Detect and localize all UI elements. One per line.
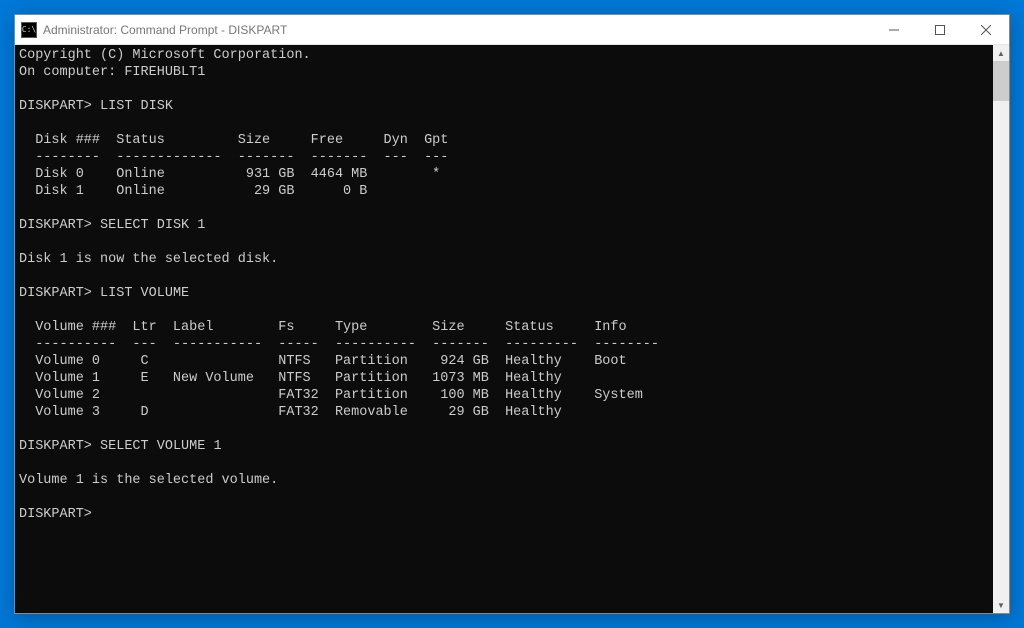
maximize-button[interactable]: [917, 15, 963, 45]
cmd-icon: C:\: [21, 22, 37, 38]
close-button[interactable]: [963, 15, 1009, 45]
window-controls: [871, 15, 1009, 44]
scroll-thumb[interactable]: [993, 61, 1009, 101]
command-select-disk: SELECT DISK 1: [100, 218, 205, 233]
vertical-scrollbar[interactable]: ▲ ▼: [993, 45, 1009, 613]
command-prompt-window: C:\ Administrator: Command Prompt - DISK…: [14, 14, 1010, 614]
disk-table-header: Disk ### Status Size Free Dyn Gpt: [19, 133, 448, 148]
scroll-down-arrow-icon[interactable]: ▼: [993, 597, 1009, 613]
select-volume-message: Volume 1 is the selected volume.: [19, 473, 278, 488]
command-list-volume: LIST VOLUME: [100, 286, 189, 301]
select-disk-message: Disk 1 is now the selected disk.: [19, 252, 278, 267]
scroll-up-arrow-icon[interactable]: ▲: [993, 45, 1009, 61]
command-select-volume: SELECT VOLUME 1: [100, 439, 222, 454]
volume-row: Volume 0 C NTFS Partition 924 GB Healthy…: [19, 354, 627, 369]
volume-row: Volume 3 D FAT32 Removable 29 GB Healthy: [19, 405, 562, 420]
minimize-button[interactable]: [871, 15, 917, 45]
prompt: DISKPART>: [19, 218, 92, 233]
volume-table-header: Volume ### Ltr Label Fs Type Size Status…: [19, 320, 627, 335]
terminal-area: Copyright (C) Microsoft Corporation. On …: [15, 45, 1009, 613]
close-icon: [981, 25, 991, 35]
disk-row: Disk 1 Online 29 GB 0 B: [19, 184, 367, 199]
volume-table-divider: ---------- --- ----------- ----- -------…: [19, 337, 659, 352]
prompt: DISKPART>: [19, 99, 92, 114]
copyright-line: Copyright (C) Microsoft Corporation.: [19, 48, 311, 63]
volume-row: Volume 1 E New Volume NTFS Partition 107…: [19, 371, 562, 386]
terminal-output[interactable]: Copyright (C) Microsoft Corporation. On …: [15, 45, 993, 613]
prompt-cursor[interactable]: DISKPART>: [19, 507, 92, 522]
volume-row: Volume 2 FAT32 Partition 100 MB Healthy …: [19, 388, 643, 403]
maximize-icon: [935, 25, 945, 35]
prompt: DISKPART>: [19, 439, 92, 454]
minimize-icon: [889, 25, 899, 35]
titlebar[interactable]: C:\ Administrator: Command Prompt - DISK…: [15, 15, 1009, 45]
window-title: Administrator: Command Prompt - DISKPART: [43, 23, 871, 37]
prompt: DISKPART>: [19, 286, 92, 301]
disk-row: Disk 0 Online 931 GB 4464 MB *: [19, 167, 440, 182]
computer-line: On computer: FIREHUBLT1: [19, 65, 205, 80]
command-list-disk: LIST DISK: [100, 99, 173, 114]
disk-table-divider: -------- ------------- ------- ------- -…: [19, 150, 448, 165]
